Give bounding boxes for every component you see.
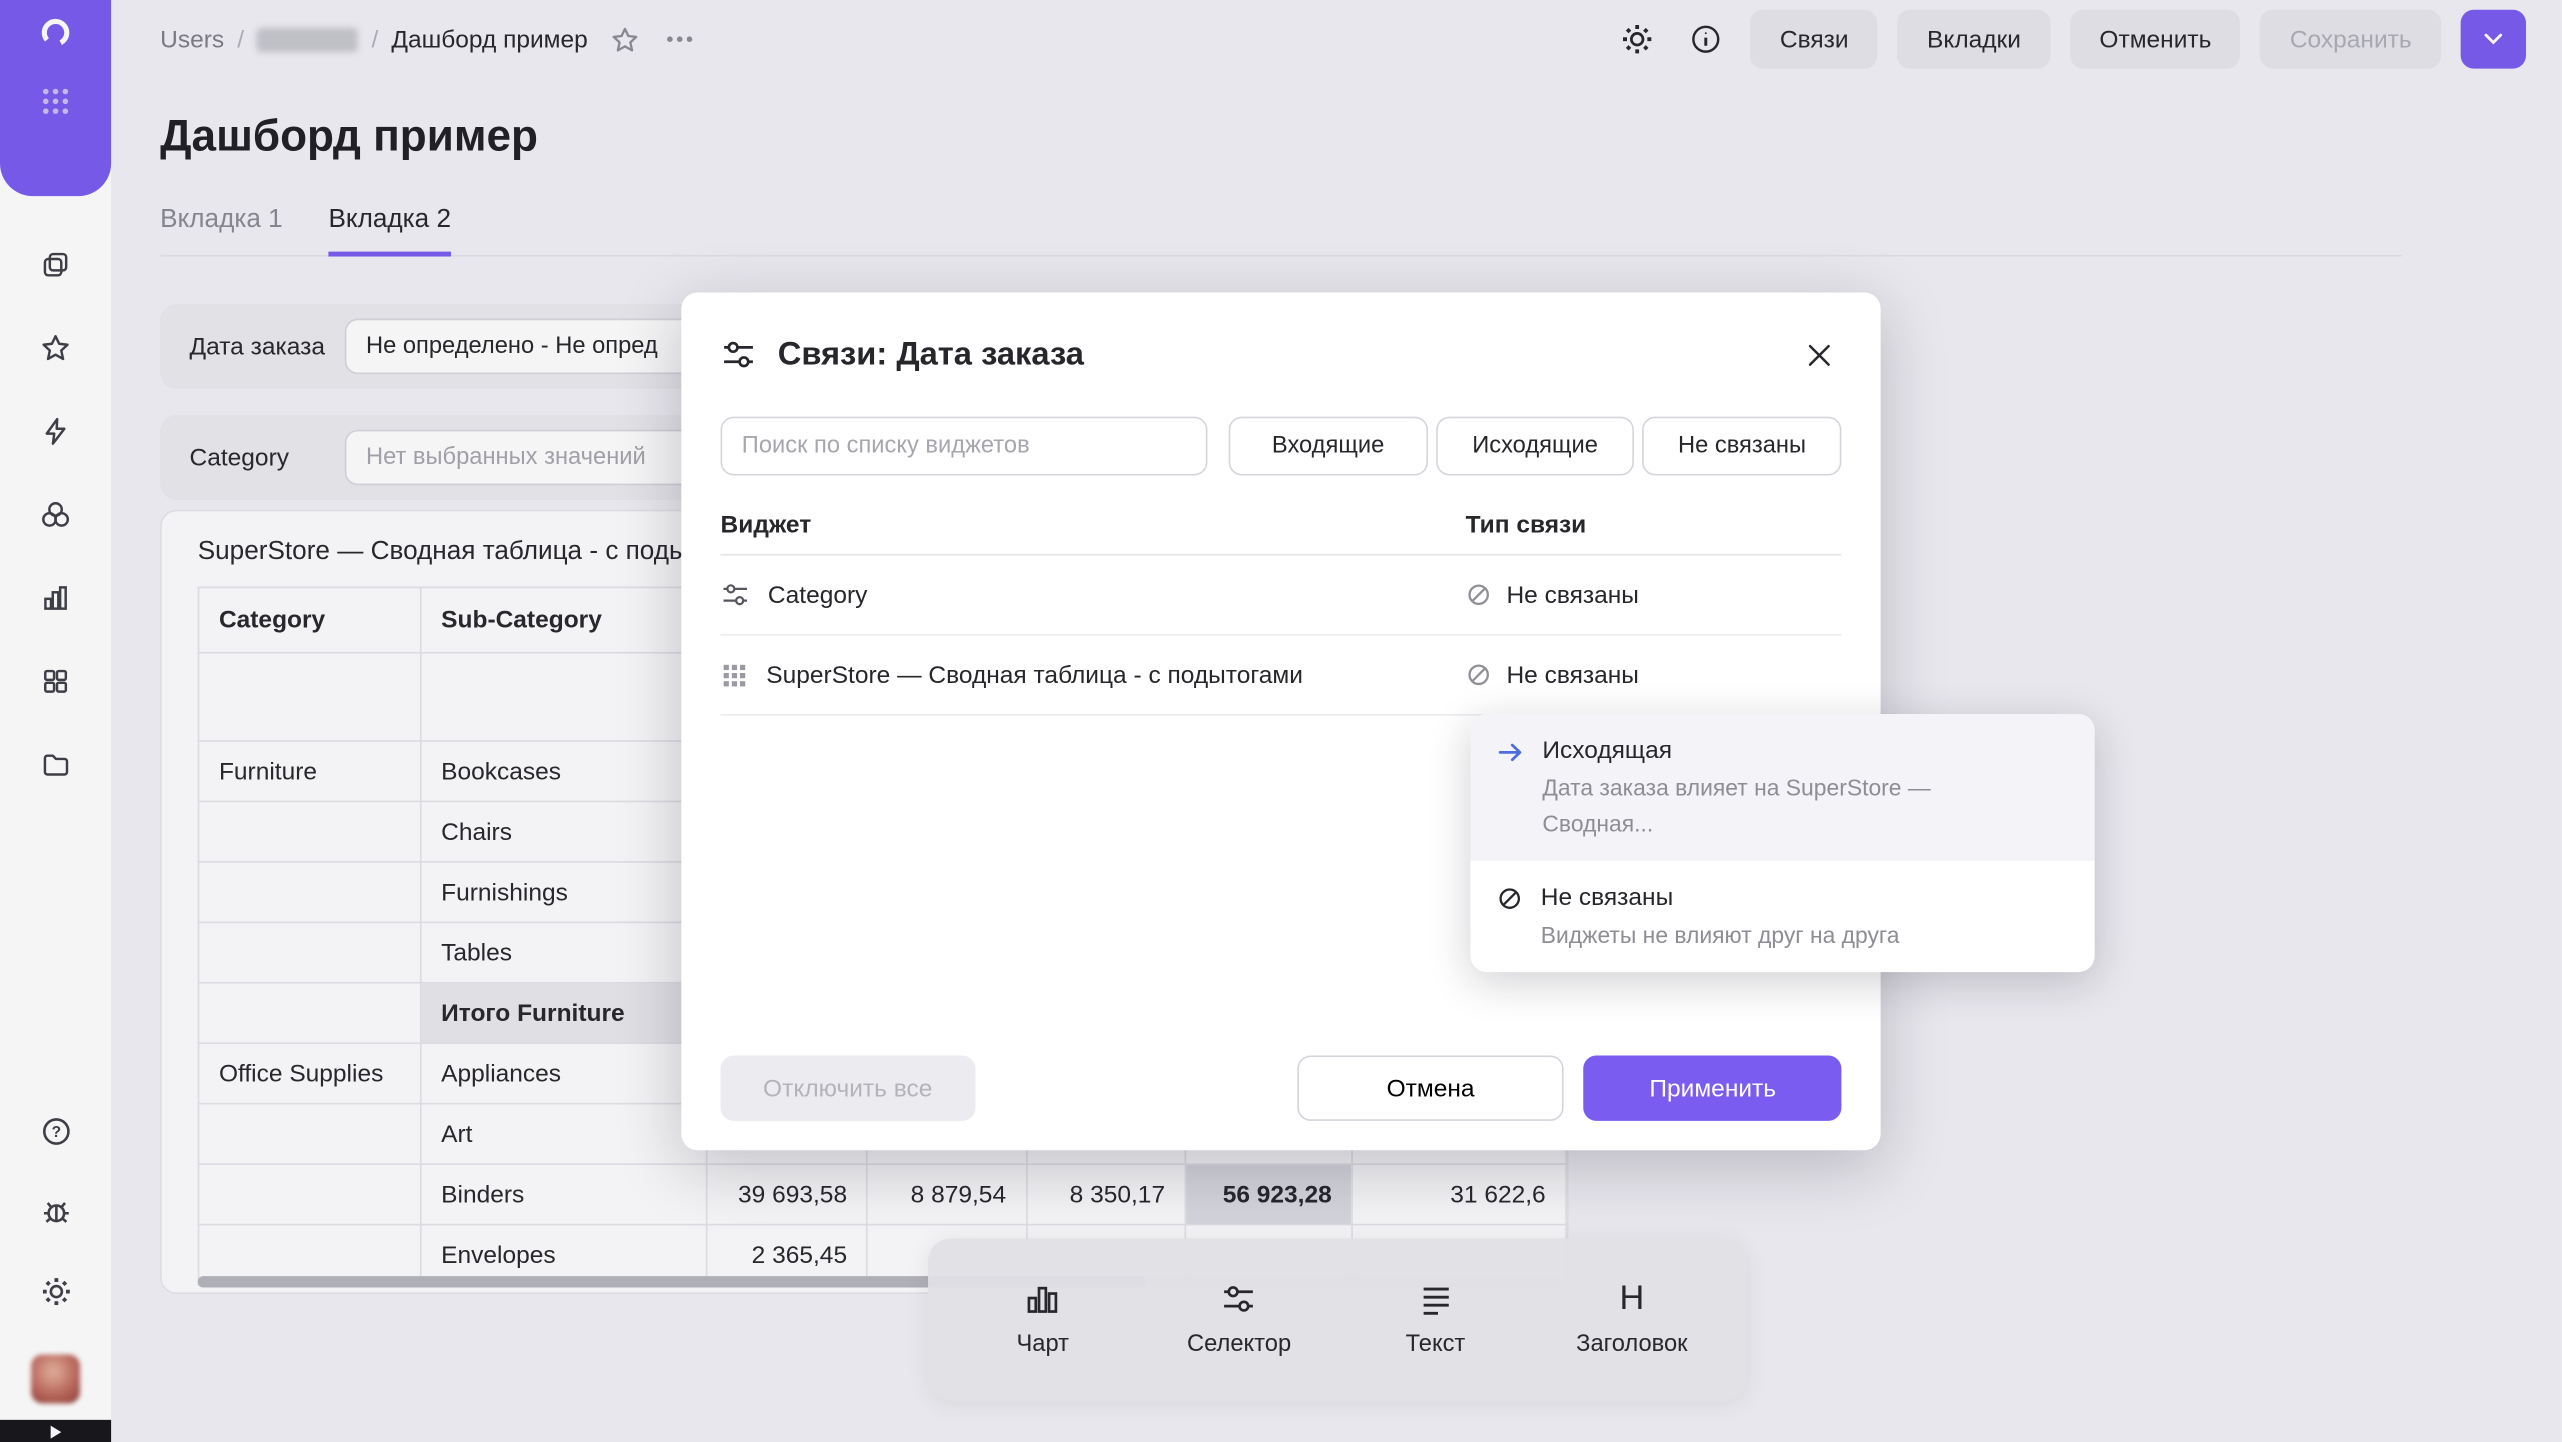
arrow-right-icon [1497,739,1525,842]
links-selector-icon [721,337,757,373]
link-row-category[interactable]: Category Не связаны [721,556,1842,636]
disable-all-button[interactable]: Отключить все [721,1055,975,1120]
cancel-button[interactable]: Отмена [1297,1055,1565,1120]
relation-type-dropdown: Исходящая Дата заказа влияет на SuperSto… [1471,714,2095,972]
filter-incoming-button[interactable]: Входящие [1229,417,1428,476]
widget-name: Category [768,581,867,609]
close-icon[interactable] [1792,328,1844,380]
dropdown-item-unlinked[interactable]: Не связаны Виджеты не влияют друг на дру… [1471,861,2095,972]
relation-type-value: Не связаны [1506,661,1638,689]
datalens-dashboard-app: ? Users / / Дашборд пример [0,0,2562,1442]
filter-outgoing-button[interactable]: Исходящие [1436,417,1635,476]
column-header-type: Тип связи [1466,511,1842,539]
relation-type-select[interactable]: Не связаны [1466,581,1842,609]
dialog-footer: Отключить все Отмена Применить [721,1055,1842,1120]
dropdown-item-outgoing[interactable]: Исходящая Дата заказа влияет на SuperSto… [1471,714,2095,861]
apply-button[interactable]: Применить [1584,1055,1841,1120]
dropdown-item-title: Не связаны [1541,881,1900,917]
link-row-superstore[interactable]: SuperStore — Сводная таблица - с подытог… [721,636,1842,716]
selector-icon [721,580,750,609]
dropdown-item-subtitle: Дата заказа влияет на SuperStore — Сводн… [1542,770,2032,842]
dialog-header: Связи: Дата заказа [681,292,1880,380]
dropdown-item-subtitle: Виджеты не влияют друг на друга [1541,917,1900,953]
links-dialog: Связи: Дата заказа Входящие Исходящие Не… [681,292,1880,1150]
relation-type-value: Не связаны [1506,581,1638,609]
not-linked-icon [1466,662,1492,688]
dialog-search-row: Входящие Исходящие Не связаны [681,381,1880,476]
dialog-title: Связи: Дата заказа [778,336,1084,374]
pivot-grid-icon [721,661,749,689]
widget-search-input[interactable] [721,417,1208,476]
widget-name: SuperStore — Сводная таблица - с подытог… [766,661,1303,689]
column-header-widget: Виджет [721,511,1466,539]
not-linked-icon [1497,886,1523,953]
list-header: Виджет Тип связи [721,511,1842,555]
filter-unlinked-button[interactable]: Не связаны [1643,417,1842,476]
relation-type-select[interactable]: Не связаны [1466,661,1842,689]
dropdown-item-title: Исходящая [1542,734,2032,770]
not-linked-icon [1466,582,1492,608]
